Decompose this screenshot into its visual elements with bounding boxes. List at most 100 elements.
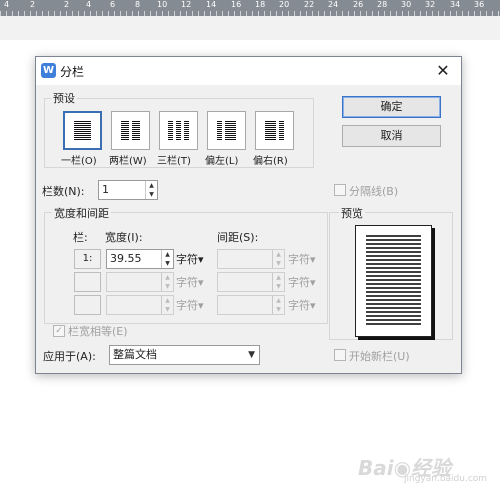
right-column-icon [265,121,284,140]
start-new-column-checkbox[interactable] [334,349,346,361]
width-header: 宽度(I): [105,231,143,244]
three-columns-icon [168,121,189,140]
baidu-watermark-url: jingyan.baidu.com [404,474,488,484]
two-columns-icon [121,121,140,140]
ruler-number: 2 [30,0,36,9]
close-icon[interactable]: ✕ [433,61,453,81]
ok-button[interactable]: 确定 [342,96,441,118]
spacing-header: 间距(S): [217,231,259,244]
preset-right-label: 偏右(R) [253,156,288,167]
dialog-title: 分栏 [60,65,85,79]
start-new-column-label: 开始新栏(U) [349,350,410,363]
up-arrow-icon[interactable]: ▲ [273,273,284,282]
down-arrow-icon[interactable]: ▼ [273,305,284,314]
num-columns-stepper[interactable]: 1 ▲ ▼ [98,180,158,200]
spacing-unit-dropdown[interactable]: 字符▾ [288,274,316,290]
column-number [74,272,101,292]
up-arrow-icon[interactable]: ▲ [273,250,284,259]
equal-width-checkbox[interactable]: ✓ [53,325,65,337]
ruler-number: 20 [279,0,290,9]
ruler-number: 30 [401,0,412,9]
spacing-unit-dropdown[interactable]: 字符▾ [288,297,316,313]
cancel-button[interactable]: 取消 [342,125,441,147]
preset-one-column[interactable] [63,111,102,150]
up-arrow-icon[interactable]: ▲ [162,273,173,282]
ruler-number: 8 [135,0,141,9]
num-columns-label: 栏数(N): [42,185,85,198]
up-arrow-icon[interactable]: ▲ [162,250,173,259]
stepper-arrows[interactable]: ▲ ▼ [161,250,173,268]
column-spacing-stepper[interactable]: ▲ ▼ [217,249,285,269]
ruler-number: 12 [181,0,192,9]
apply-to-value: 整篇文档 [113,348,157,361]
preset-three-columns[interactable] [159,111,198,150]
dropdown-arrow-icon[interactable]: ▼ [248,346,255,364]
up-arrow-icon[interactable]: ▲ [273,296,284,305]
line-between-checkbox[interactable] [334,184,346,196]
down-arrow-icon[interactable]: ▼ [162,259,173,268]
ruler-number: 24 [328,0,339,9]
wps-writer-icon: W [41,63,56,78]
dialog-titlebar[interactable]: W 分栏 ✕ [36,57,461,85]
ruler-number: 14 [206,0,217,9]
column-width-stepper[interactable]: ▲ ▼ [106,295,174,315]
down-arrow-icon[interactable]: ▼ [273,259,284,268]
line-between-label: 分隔线(B) [349,185,399,198]
ruler-numbers: 4 2 2 4 6 8 10 12 14 16 18 20 22 24 26 2… [0,1,500,9]
ruler-number: 16 [231,0,242,9]
up-arrow-icon[interactable]: ▲ [162,296,173,305]
down-arrow-icon[interactable]: ▼ [146,190,157,199]
stepper-arrows[interactable]: ▲ ▼ [161,296,173,314]
width-spacing-group-label: 宽度和间距 [52,205,111,221]
stepper-arrows[interactable]: ▲ ▼ [145,181,157,199]
apply-to-select[interactable]: 整篇文档 ▼ [109,345,260,365]
ruler-number: 34 [450,0,461,9]
preset-one-column-label: 一栏(O) [61,156,97,167]
column-spacing-stepper[interactable]: ▲ ▼ [217,295,285,315]
column-width-stepper[interactable]: 39.55 ▲ ▼ [106,249,174,269]
down-arrow-icon[interactable]: ▼ [162,305,173,314]
ruler-number: 2 [64,0,70,9]
left-column-icon [217,121,236,140]
spacing-unit-dropdown[interactable]: 字符▾ [288,251,316,267]
ruler-number: 18 [255,0,266,9]
equal-width-label: 栏宽相等(E) [68,325,128,338]
one-column-icon [72,119,93,142]
preset-left-label: 偏左(L) [205,156,239,167]
stepper-arrows[interactable]: ▲ ▼ [272,273,284,291]
apply-to-label: 应用于(A): [43,350,96,363]
ruler-number: 4 [4,0,10,9]
stepper-arrows[interactable]: ▲ ▼ [161,273,173,291]
ruler-number: 36 [474,0,485,9]
preview-group-label: 预览 [339,205,365,221]
preset-two-columns-label: 两栏(W) [109,156,147,167]
stepper-arrows[interactable]: ▲ ▼ [272,296,284,314]
ruler-number: 4 [86,0,92,9]
down-arrow-icon[interactable]: ▼ [162,282,173,291]
ruler-number: 28 [377,0,388,9]
column-spacing-stepper[interactable]: ▲ ▼ [217,272,285,292]
horizontal-ruler: 4 2 2 4 6 8 10 12 14 16 18 20 22 24 26 2… [0,0,500,16]
preset-three-columns-label: 三栏(T) [157,156,191,167]
column-number: 1: [74,249,101,269]
preset-right[interactable] [255,111,294,150]
stepper-arrows[interactable]: ▲ ▼ [272,250,284,268]
preset-left[interactable] [207,111,246,150]
preview-page [355,225,432,337]
preset-two-columns[interactable] [111,111,150,150]
ruler-number: 10 [157,0,168,9]
presets-group-label: 预设 [51,90,77,106]
up-arrow-icon[interactable]: ▲ [146,181,157,190]
ruler-number: 32 [425,0,436,9]
column-width-value: 39.55 [110,252,142,265]
ruler-number: 26 [353,0,364,9]
width-unit-dropdown[interactable]: 字符▾ [176,297,204,313]
width-unit-dropdown[interactable]: 字符▾ [176,251,204,267]
column-number [74,295,101,315]
column-header: 栏: [73,231,88,244]
document-margin-area [0,16,500,40]
ruler-number: 6 [110,0,116,9]
column-width-stepper[interactable]: ▲ ▼ [106,272,174,292]
down-arrow-icon[interactable]: ▼ [273,282,284,291]
width-unit-dropdown[interactable]: 字符▾ [176,274,204,290]
